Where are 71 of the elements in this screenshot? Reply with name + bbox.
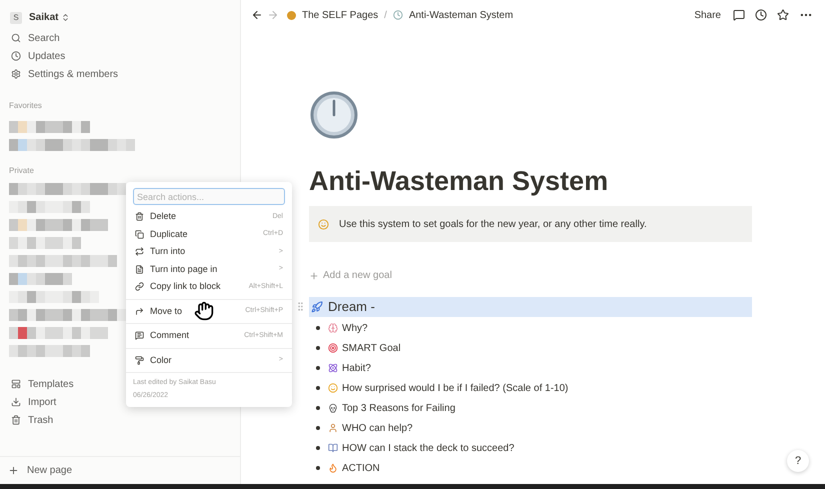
switcher-icon[interactable] [61,13,70,22]
fire-icon [328,463,338,473]
breadcrumb-link[interactable]: Anti-Wasteman System [408,8,514,22]
bullet [316,366,320,370]
delete-icon [135,212,144,222]
skull-icon [328,403,338,413]
duplicate-icon [135,230,144,239]
list-item-text: HOW can I stack the deck to succeed? [342,442,514,456]
list-item-text: Why? [342,322,368,336]
sidebar-item[interactable]: Trash [0,411,240,429]
trash-icon [11,415,21,425]
workspace-avatar: S [10,12,22,24]
section-heading: Favorites [8,100,43,112]
breadcrumb-link[interactable]: The SELF Pages [302,8,378,22]
color-icon [135,356,144,365]
import-icon [11,397,21,407]
blurred-row [9,237,81,249]
list-item-text: Top 3 Reasons for Failing [342,402,456,416]
drag-handle-icon[interactable] [295,301,306,312]
updates-icon [11,51,21,61]
sidebar-item[interactable]: Search [0,29,240,47]
hand-cursor-icon [194,300,214,322]
list-item-text: ACTION [342,462,380,476]
list-item-text: Habit? [342,362,371,376]
clock-icon[interactable] [755,9,767,21]
books-icon [328,443,338,453]
list-item-text: WHO can help? [342,422,413,436]
comment-icon [135,331,144,340]
list-item-text: SMART Goal [342,342,401,356]
heading-text: Dream - [328,298,375,316]
breadcrumb-separator: / [384,8,387,22]
plus-icon [309,270,319,280]
comment-icon[interactable] [733,9,745,21]
workspace-name[interactable]: Saikat [29,10,58,25]
link-icon [135,282,144,292]
list-item-text: How surprised would I be if I failed? (Scale of 1-10) [342,382,568,396]
bullet [316,386,320,390]
atom-icon [328,363,338,373]
bullet [316,466,320,470]
settings-icon [11,69,21,79]
move-icon [135,306,144,316]
plus-icon [8,465,19,476]
face-icon [328,383,338,393]
search-icon [11,33,21,43]
target-icon [328,343,338,353]
page-title: Anti-Wasteman System [309,165,610,198]
sidebar-item[interactable]: Settings & members [0,65,240,83]
rocket-icon [311,301,323,313]
page-icon [135,264,144,274]
callout-text: Use this system to set goals for the new year, or any other time really. [339,218,647,232]
sidebar-item[interactable]: Updates [0,47,240,65]
brain-icon [328,323,338,333]
person-icon [328,423,338,433]
page-icon [287,10,296,20]
bullet [316,326,320,330]
blurred-row [9,273,72,285]
share-button[interactable]: Share [694,8,721,22]
templates-icon [11,379,21,389]
bullet [316,446,320,450]
section-heading: Private [8,165,35,177]
back-icon[interactable] [251,9,263,21]
help-button[interactable]: ? [787,450,809,472]
clock-icon [392,10,403,20]
bullet [316,346,320,350]
bullet [316,426,320,430]
search-field[interactable]: Search actions... [133,188,285,205]
bullet [316,406,320,410]
turn-icon [135,247,144,256]
clock-icon [309,90,359,140]
star-icon[interactable] [777,9,789,21]
smile-icon [318,218,329,230]
